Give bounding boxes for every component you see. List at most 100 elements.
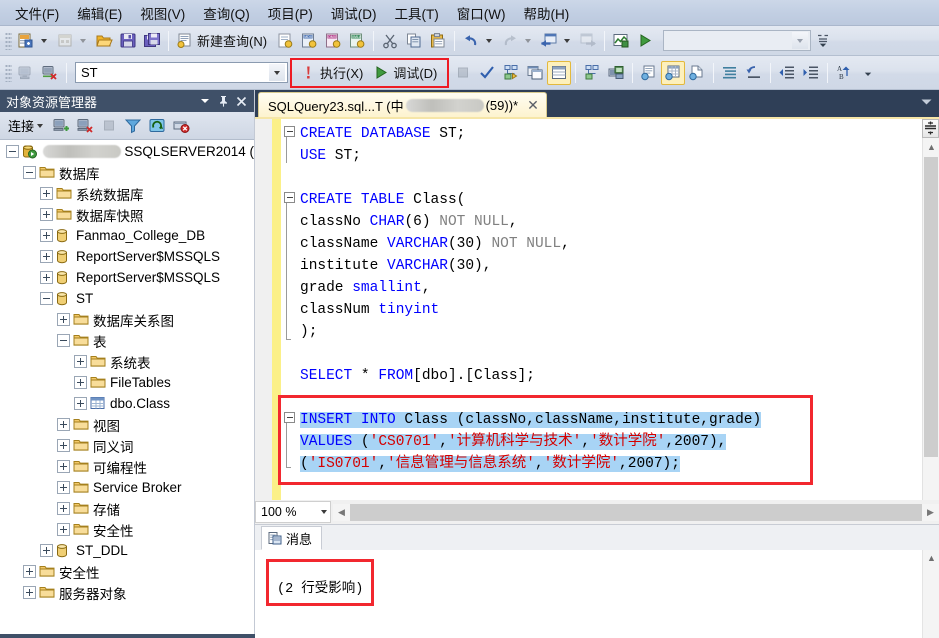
chevron-down-icon[interactable]: [564, 38, 571, 43]
tree-system-tables[interactable]: 系统表: [0, 351, 254, 372]
tree-server[interactable]: SSQLSERVER2014 (: [0, 141, 254, 162]
tab-sqlquery23[interactable]: SQLQuery23.sql...T (中 (59))* ✕: [258, 92, 547, 117]
expand-icon[interactable]: [74, 355, 87, 368]
undo-button[interactable]: [459, 29, 498, 53]
expand-icon[interactable]: [57, 502, 70, 515]
query-options-button[interactable]: [523, 61, 547, 85]
activity-monitor-button[interactable]: [609, 29, 633, 53]
save-all-button[interactable]: [140, 29, 164, 53]
tree-storage[interactable]: 存储: [0, 498, 254, 519]
connect-button[interactable]: [14, 61, 38, 85]
tab-list-chevron-icon[interactable]: [920, 95, 933, 110]
new-analysis-xmla-query-button[interactable]: XMLA: [345, 29, 369, 53]
collapse-icon[interactable]: [57, 334, 70, 347]
pin-icon[interactable]: [214, 92, 232, 110]
expand-icon[interactable]: [74, 397, 87, 410]
new-database-engine-query-button[interactable]: [273, 29, 297, 53]
collapse-icon[interactable]: [23, 166, 36, 179]
tree-databases[interactable]: 数据库: [0, 162, 254, 183]
tree-db-fanmao-college[interactable]: Fanmao_College_DB: [0, 225, 254, 246]
code-line[interactable]: classNum tinyint: [300, 299, 922, 321]
expand-icon[interactable]: [23, 565, 36, 578]
chevron-down-icon[interactable]: [792, 32, 809, 49]
menu-help[interactable]: 帮助(H): [514, 0, 578, 26]
split-view-button[interactable]: [922, 119, 939, 138]
tree-server-objects[interactable]: 服务器对象: [0, 582, 254, 603]
database-combo[interactable]: ST: [75, 62, 288, 83]
open-file-button[interactable]: [92, 29, 116, 53]
tree-filetables[interactable]: FileTables: [0, 372, 254, 393]
horizontal-scroll-thumb[interactable]: [350, 503, 922, 521]
new-query-button[interactable]: 新建查询(N): [173, 29, 273, 53]
expand-icon[interactable]: [57, 439, 70, 452]
expand-icon[interactable]: [40, 208, 53, 221]
debug-button[interactable]: 调试(D): [369, 61, 443, 85]
expand-icon[interactable]: [40, 229, 53, 242]
menu-window[interactable]: 窗口(W): [448, 0, 515, 26]
fold-toggle-create-table[interactable]: [284, 192, 295, 203]
paste-button[interactable]: [426, 29, 450, 53]
toolbar-grip[interactable]: [5, 63, 12, 82]
toolbar-overflow-button-2[interactable]: [856, 61, 880, 85]
chevron-down-icon[interactable]: [269, 64, 285, 81]
menu-project[interactable]: 项目(P): [259, 0, 322, 26]
tree-system-databases[interactable]: 系统数据库: [0, 183, 254, 204]
close-icon[interactable]: [232, 92, 250, 110]
stop-refresh-button[interactable]: [169, 114, 193, 138]
results-to-grid-button-2[interactable]: [661, 60, 686, 85]
tree-table-dbo-class[interactable]: dbo.Class: [0, 393, 254, 414]
expand-icon[interactable]: [40, 250, 53, 263]
redo-button[interactable]: [498, 29, 537, 53]
sort-az-button[interactable]: A B: [832, 61, 856, 85]
run-button[interactable]: [633, 29, 657, 53]
tree-db-reportserver[interactable]: ReportServer$MSSQLS: [0, 246, 254, 267]
object-explorer-tree[interactable]: SSQLSERVER2014 (数据库 系统数据库 数据库快照 Fanmao_Coll…: [0, 140, 254, 638]
include-actual-plan-button[interactable]: [580, 61, 604, 85]
code-line[interactable]: USE ST;: [300, 145, 922, 167]
chevron-down-icon[interactable]: [525, 38, 532, 43]
tree-service-broker[interactable]: Service Broker: [0, 477, 254, 498]
uncomment-lines-button[interactable]: [742, 61, 766, 85]
chevron-down-icon[interactable]: [37, 123, 44, 128]
tree-programmability[interactable]: 可编程性: [0, 456, 254, 477]
chevron-down-icon[interactable]: [41, 38, 47, 43]
execute-button[interactable]: 执行(X): [296, 61, 369, 85]
window-menu-icon[interactable]: [196, 92, 214, 110]
results-to-file-button[interactable]: [685, 61, 709, 85]
tree-db-st[interactable]: ST: [0, 288, 254, 309]
expand-icon[interactable]: [40, 271, 53, 284]
tree-server-security[interactable]: 安全性: [0, 561, 254, 582]
refresh-button[interactable]: [145, 114, 169, 138]
code-line[interactable]: CREATE TABLE Class(: [300, 189, 922, 211]
code-line[interactable]: SELECT * FROM[dbo].[Class];: [300, 365, 922, 387]
collapse-icon[interactable]: [40, 292, 53, 305]
code-line[interactable]: className VARCHAR(30) NOT NULL,: [300, 233, 922, 255]
cut-button[interactable]: [378, 29, 402, 53]
new-project-button[interactable]: [14, 29, 53, 53]
display-estimated-plan-button[interactable]: [499, 61, 523, 85]
results-messages-body[interactable]: (2 行受影响) ▲: [255, 550, 939, 638]
code-line[interactable]: grade smallint,: [300, 277, 922, 299]
results-vertical-scrollbar[interactable]: ▲: [922, 550, 939, 638]
stop-object-explorer-button[interactable]: [97, 114, 121, 138]
tree-tables[interactable]: 表: [0, 330, 254, 351]
tree-database-snapshots[interactable]: 数据库快照: [0, 204, 254, 225]
editor-horizontal-scrollbar[interactable]: ◀ ▶: [333, 503, 939, 521]
disconnect-button[interactable]: [38, 61, 62, 85]
new-item-button[interactable]: [53, 29, 92, 53]
scroll-up-arrow-icon[interactable]: ▲: [923, 550, 939, 566]
comment-lines-button[interactable]: [718, 61, 742, 85]
scroll-right-arrow-icon[interactable]: ▶: [922, 504, 939, 521]
tree-db-reportserver-tempdb[interactable]: ReportServer$MSSQLS: [0, 267, 254, 288]
code-line[interactable]: classNo CHAR(6) NOT NULL,: [300, 211, 922, 233]
code-line[interactable]: );: [300, 321, 922, 343]
scroll-up-arrow-icon[interactable]: ▲: [923, 139, 939, 155]
toolbar-overflow-button[interactable]: [811, 29, 835, 53]
zoom-combo[interactable]: 100 %: [255, 501, 331, 523]
save-button[interactable]: [116, 29, 140, 53]
expand-icon[interactable]: [57, 460, 70, 473]
tree-database-diagrams[interactable]: 数据库关系图: [0, 309, 254, 330]
scroll-left-arrow-icon[interactable]: ◀: [333, 504, 350, 521]
disconnect-object-explorer-button[interactable]: [73, 114, 97, 138]
increase-indent-button[interactable]: [799, 61, 823, 85]
